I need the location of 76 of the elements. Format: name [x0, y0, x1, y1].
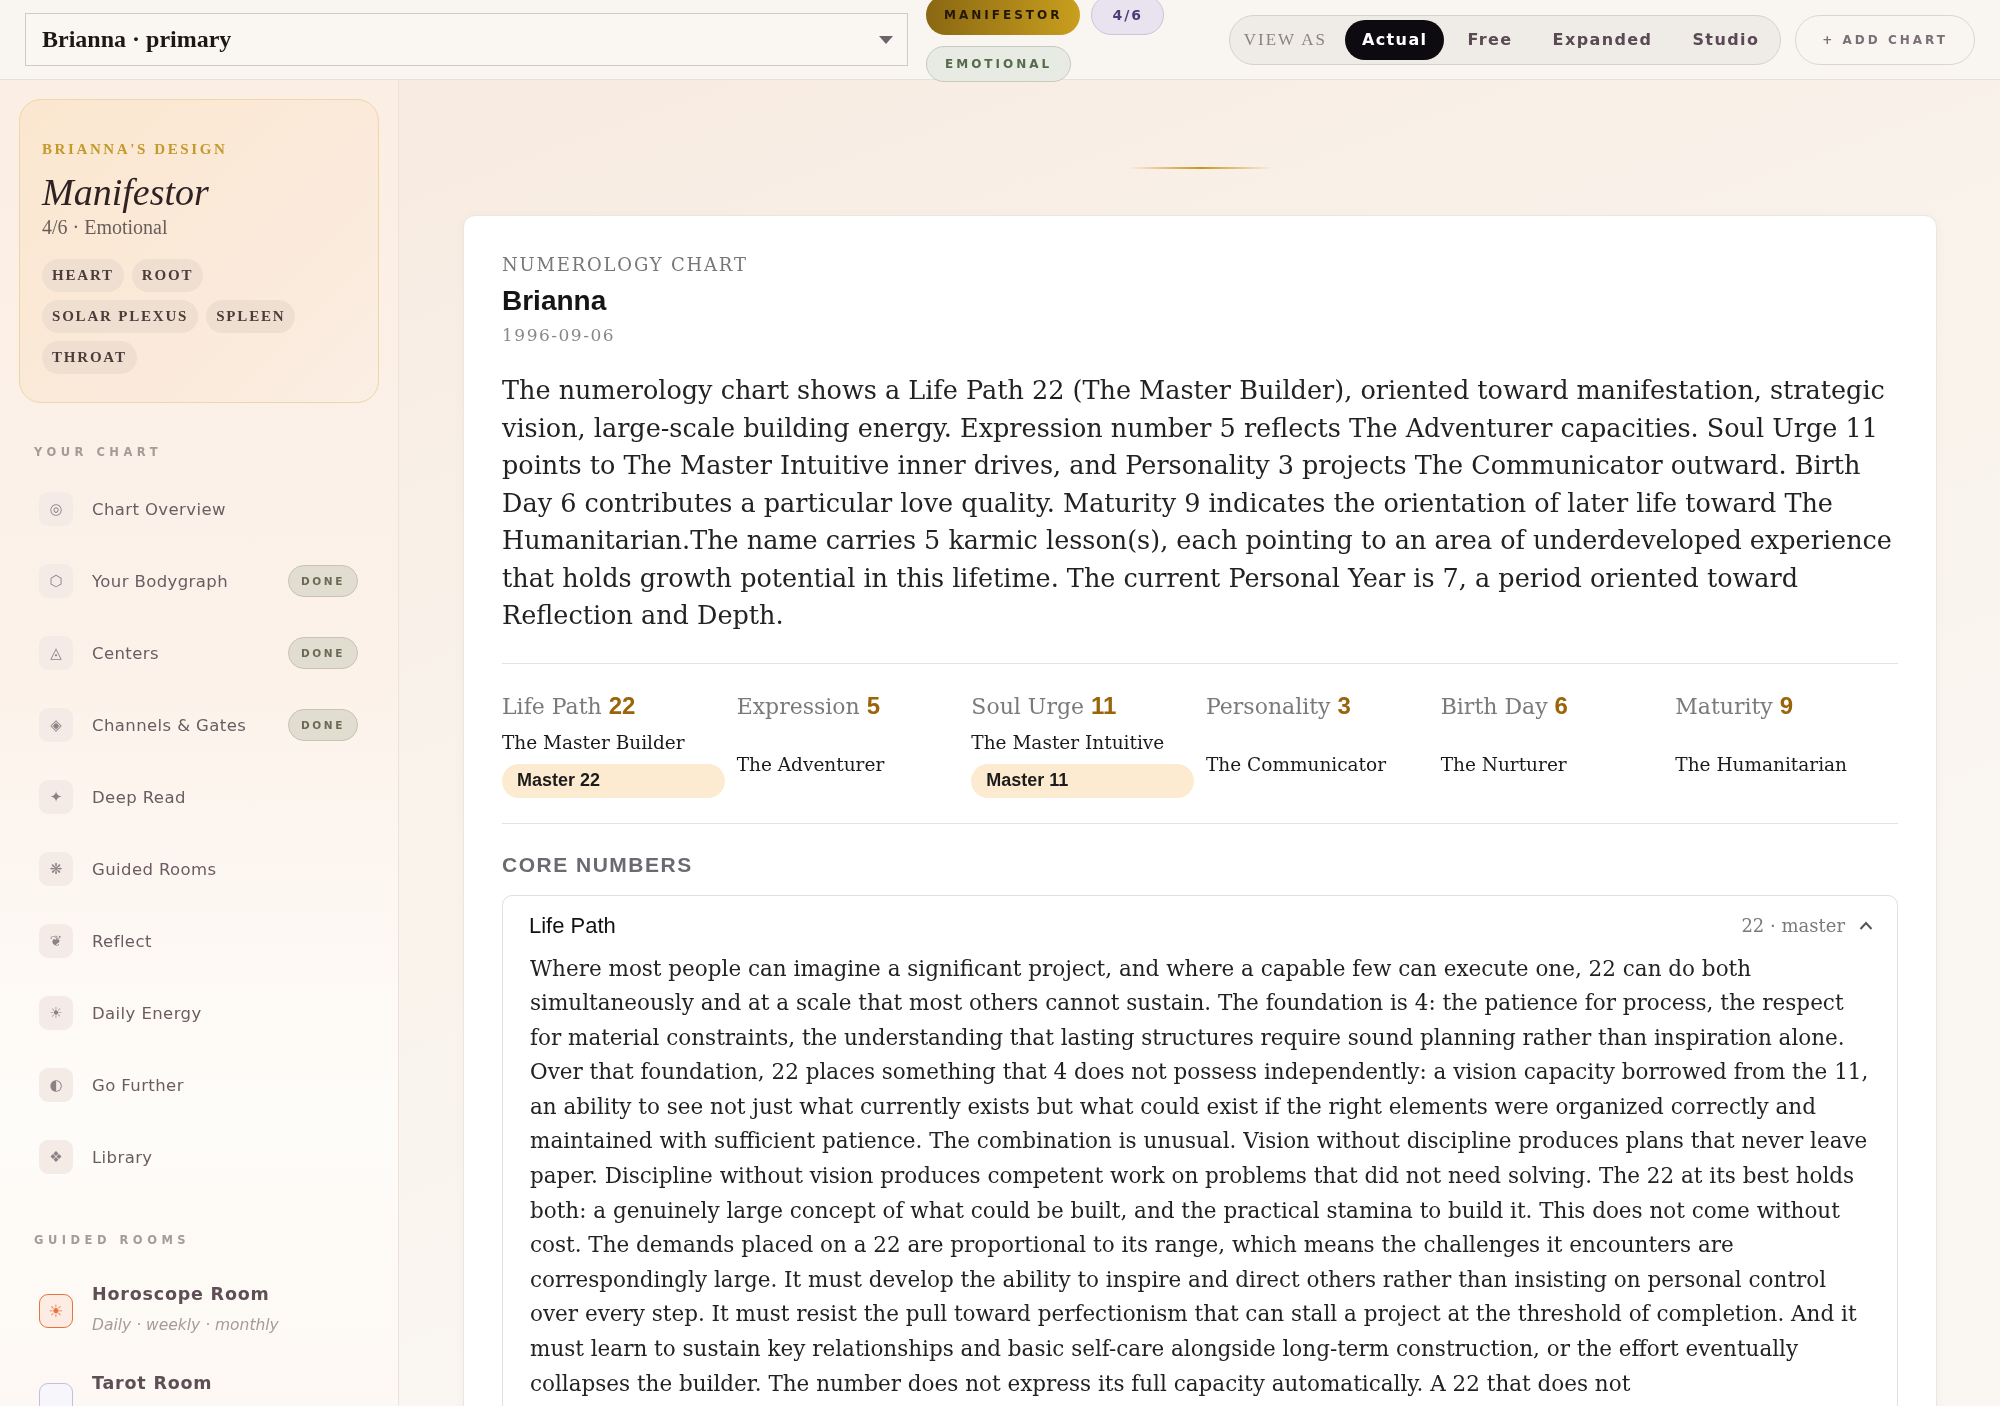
- number-title: The Nurturer: [1440, 754, 1568, 775]
- nav-item[interactable]: Centers: [92, 643, 159, 663]
- view-as-label: VIEW AS: [1243, 29, 1327, 50]
- number-label: Soul Urge: [971, 693, 1084, 719]
- card-eyebrow: NUMEROLOGY CHART: [502, 254, 749, 275]
- number-label: Expression: [736, 693, 860, 719]
- number-title: The Communicator: [1206, 754, 1387, 775]
- birth-date: 1996-09-06: [502, 325, 616, 345]
- nav-item[interactable]: Reflect: [92, 931, 152, 951]
- nav-item[interactable]: Channels & Gates: [92, 715, 247, 735]
- number-label: Personality: [1206, 693, 1331, 719]
- sparkle-icon: ✦: [39, 780, 73, 814]
- hexagon-icon: ⬡: [39, 564, 73, 598]
- diamond-icon: ◈: [39, 708, 73, 742]
- profile-select[interactable]: Brianna · primary: [25, 13, 908, 66]
- triangle-icon: ◬: [39, 636, 73, 670]
- design-badge: MANIFESTOR: [926, 0, 1081, 35]
- add-chart-button[interactable]: + ADD CHART: [1795, 14, 1975, 65]
- number-value: 5: [866, 691, 881, 720]
- number-title: The Humanitarian: [1675, 754, 1849, 775]
- number-label: Maturity: [1675, 693, 1773, 719]
- center-tag: THROAT: [42, 341, 137, 374]
- nav-item[interactable]: Go Further: [92, 1075, 184, 1095]
- diamond-cluster-icon: ❖: [39, 1140, 73, 1174]
- view-option-tab[interactable]: Studio: [1675, 19, 1777, 60]
- nav-item[interactable]: Chart Overview: [92, 499, 226, 519]
- sun-icon: ☀: [39, 996, 73, 1030]
- center-tag: ROOT: [131, 259, 204, 292]
- design-badge: EMOTIONAL: [926, 46, 1072, 82]
- number-label: Life Path: [502, 693, 602, 719]
- asterisk-icon: ❋: [39, 852, 73, 886]
- room-link[interactable]: Tarot Room: [92, 1372, 213, 1394]
- center-tag: HEART: [42, 259, 124, 292]
- caret-icon: [879, 35, 893, 44]
- section-heading: YOUR CHART: [34, 445, 164, 459]
- design-type: Manifestor: [42, 170, 210, 214]
- accordion-meta: 22 · master: [1741, 915, 1845, 936]
- accordion-body-text: Where most people can imagine a significant project, and where a capable few can execute one, 22 can do both simultaneously and at a scale that most others cannot sustain. The foundation is 4: the patience for process, the respect for material constraints, the understanding that lasting structures require sound planning rather than inspiration alone. Over that foundation, 22 places something that 4 does not possess independently: a vision capacity borrowed from the 11, an ability to see not just what currently exists but what could exist if the right elements were organized correctly and maintained with sufficient patience. The combination is unusual. Vision without discipline produces plans that never leave paper. Discipline without vision produces competent work on problems that did not need solving. The 22 at its best holds both: a genuinely large concept of what could be built, and the practical stamina to build it. This does not come without cost. The demands placed on a 22 are proportional to its range, which means the challenges it encounters are correspondingly large. It must develop the ability to inspire and direct others rather than insisting on personal control over every step. It must resist the pull toward perfectionism that can stall a project at the threshold of completion. And it must learn to sustain key relationships and basic self-care alongside long-term construction, or the effort eventually collapses the builder. The number does not express its full capacity automatically. A 22 that does not: [529, 954, 1870, 1398]
- nav-item[interactable]: Your Bodygraph: [92, 571, 229, 591]
- summary-paragraph: The numerology chart shows a Life Path 22 (The Master Builder), oriented toward manifestation, strategic vision, large-scale building energy. Expression number 5 reflects The Adventurer capacities. Soul Urge 11 points to The Master Intuitive inner drives, and Personality 3 projects The Communicator outward. Birth Day 6 contributes a particular love quality. Maturity 9 indicates the orientation of later life toward The Humanitarian.The name carries 5 karmic lesson(s), each pointing to an area of underdeveloped experience that holds growth potential in this lifetime. The current Personal Year is 7, a period oriented toward Reflection and Depth.: [502, 372, 1898, 664]
- number-label: Birth Day: [1440, 693, 1548, 719]
- chevron-up-icon[interactable]: [1859, 921, 1873, 930]
- sun-icon: ☀: [39, 1294, 73, 1328]
- nav-item[interactable]: Library: [92, 1147, 153, 1167]
- chart-name: Brianna: [502, 285, 608, 317]
- number-value: 22: [608, 691, 636, 720]
- number-value: 3: [1337, 691, 1351, 720]
- view-option-tab[interactable]: Free: [1450, 19, 1530, 60]
- floral-heart-icon: ❦: [39, 924, 73, 958]
- number-value: 9: [1779, 691, 1794, 720]
- master-tag: Master 11: [971, 763, 1194, 798]
- number-title: The Master Builder: [502, 731, 686, 753]
- center-tag: SPLEEN: [206, 300, 296, 333]
- section-heading: GUIDED ROOMS: [34, 1233, 192, 1247]
- nav-item[interactable]: Guided Rooms: [92, 859, 217, 879]
- bullseye-icon: ◎: [39, 492, 73, 526]
- design-badge: 4/6: [1091, 0, 1164, 35]
- view-option-tab[interactable]: Actual: [1344, 19, 1445, 60]
- master-tag: Master 22: [502, 763, 725, 798]
- nav-item[interactable]: Daily Energy: [92, 1003, 202, 1023]
- accordion-title[interactable]: Life Path: [529, 912, 616, 939]
- done-tag: DONE: [288, 637, 358, 669]
- view-option-tab[interactable]: Expanded: [1535, 19, 1670, 60]
- done-tag: DONE: [288, 709, 358, 741]
- number-title: The Master Intuitive: [971, 731, 1166, 753]
- center-tag: SOLAR PLEXUS: [42, 300, 199, 333]
- design-eyebrow: BRIANNA'S DESIGN: [42, 141, 229, 158]
- room-link[interactable]: Horoscope Room: [92, 1283, 279, 1305]
- done-tag: DONE: [288, 565, 358, 597]
- nav-item[interactable]: Deep Read: [92, 787, 186, 807]
- number-value: 11: [1091, 691, 1117, 720]
- section-heading: CORE NUMBERS: [502, 852, 694, 877]
- number-value: 6: [1554, 691, 1568, 720]
- design-summary: 4/6 · Emotional: [42, 216, 169, 239]
- number-title: The Adventurer: [736, 754, 886, 775]
- room-subtitle: Daily · weekly · monthly: [92, 1316, 279, 1334]
